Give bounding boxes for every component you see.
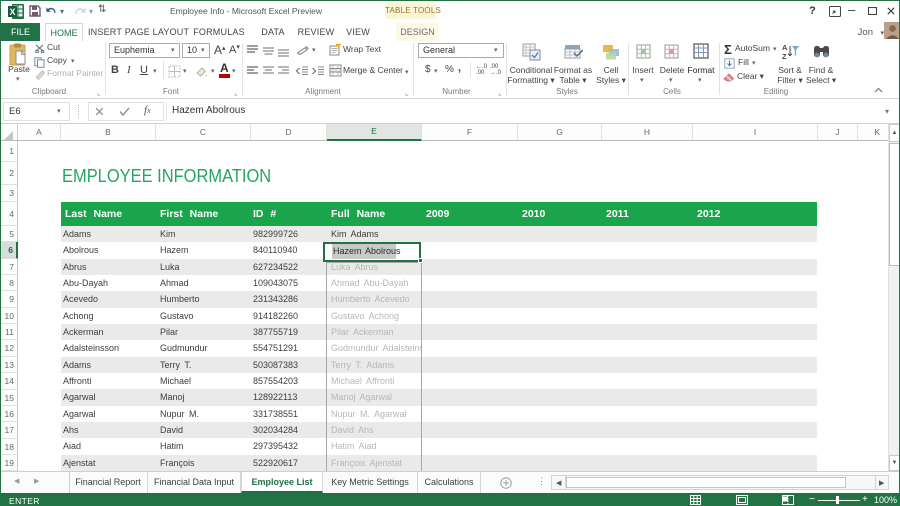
svg-text:X: X — [9, 7, 15, 17]
svg-text:Z: Z — [782, 52, 787, 60]
svg-text:A: A — [782, 43, 788, 52]
